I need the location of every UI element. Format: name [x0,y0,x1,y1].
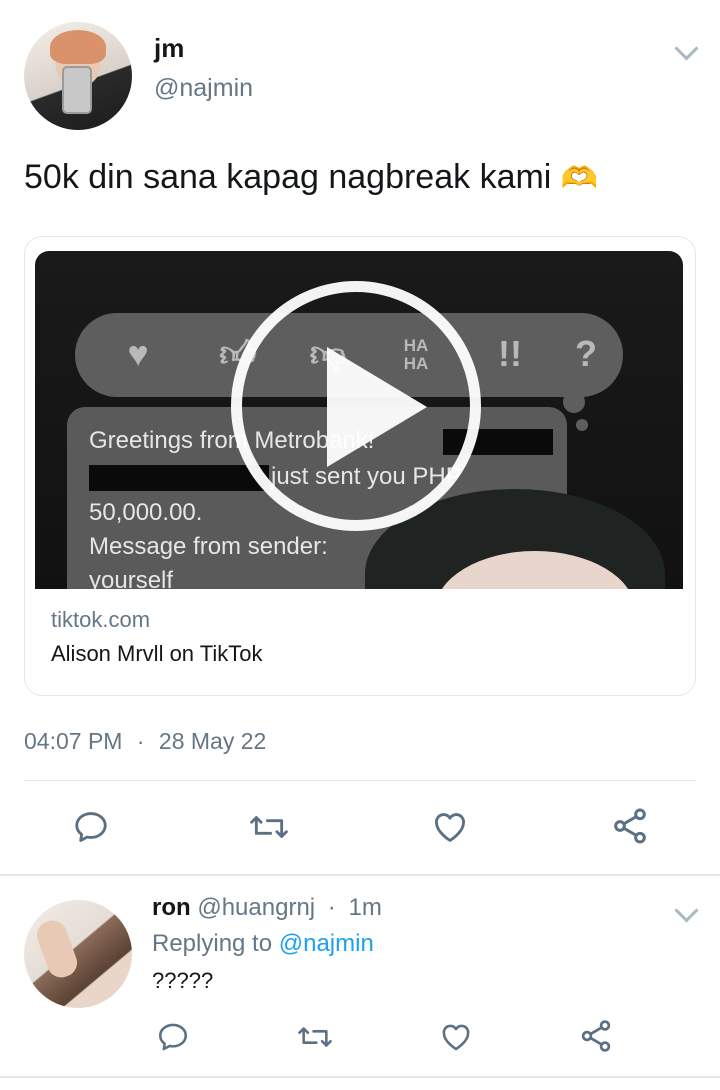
chevron-down-icon[interactable] [674,898,699,923]
like-icon[interactable] [430,808,470,846]
link-card[interactable]: ♥ 👍︎ 👎︎ HA HA !! ? Greetings from Metroba… [24,236,696,696]
share-icon[interactable] [610,806,650,846]
reply-separator: · [327,894,336,921]
chevron-down-icon[interactable] [674,36,699,61]
avatar-hair [50,30,106,64]
tweet-text: 50k din sana kapag nagbreak kami 🫶 [24,158,598,197]
author-handle[interactable]: @najmin [154,74,253,103]
share-icon[interactable] [578,1018,614,1054]
tweet-detail-page: jm @najmin 50k din sana kapag nagbreak k… [0,0,720,1090]
card-title: Alison Mrvll on TikTok [51,641,263,666]
tweet-timestamp: 04:07 PM · 28 May 22 [24,728,266,755]
replying-to-label: Replying to [152,930,273,957]
author-name[interactable]: jm [154,33,184,64]
like-icon[interactable] [438,1020,474,1054]
reply-icon[interactable] [72,808,110,846]
question-reaction-icon: ? [575,333,597,374]
redaction-bar [89,465,269,491]
retweet-icon[interactable] [248,808,290,846]
replying-to: Replying to @najmin [152,930,374,958]
exclamation-reaction-icon: !! [498,333,522,374]
video-thumbnail[interactable]: ♥ 👍︎ 👎︎ HA HA !! ? Greetings from Metroba… [35,251,683,589]
heart-reaction-icon: ♥ [127,333,149,374]
play-triangle-icon [327,347,427,467]
card-domain: tiktok.com [51,607,151,632]
tweet-text-body: 50k din sana kapag nagbreak kami [24,158,552,196]
replying-to-mention[interactable]: @najmin [279,930,374,957]
avatar-hand [32,916,82,982]
divider [0,1076,720,1078]
divider [0,874,720,876]
author-avatar[interactable] [24,22,132,130]
tweet-date: 28 May 22 [158,728,267,754]
message-line: yourself [89,567,174,589]
reply-author-name[interactable]: ron [152,894,191,921]
divider [24,780,696,781]
heart-hands-emoji: 🫶 [560,162,599,195]
bubble-dot [563,391,585,413]
reply-age: 1m [348,894,382,921]
reply-author-handle[interactable]: @huangrnj [197,894,315,921]
reply-text: ????? [152,968,214,993]
timestamp-separator: · [136,728,145,754]
message-line: Message from sender: [89,533,328,560]
reply-meta: ron @huangrnj · 1m [152,894,382,922]
tweet-time: 04:07 PM [24,728,123,754]
message-line: 50,000.00. [89,499,203,526]
reply-author-avatar[interactable] [24,900,132,1008]
retweet-icon[interactable] [296,1020,334,1054]
bubble-dot [576,419,588,431]
avatar-phone [62,66,92,114]
reply-icon[interactable] [156,1020,190,1054]
